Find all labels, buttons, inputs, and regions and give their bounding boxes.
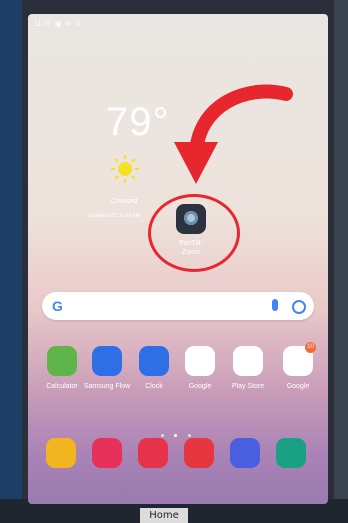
status-time: 11:37 bbox=[34, 21, 51, 28]
lens-icon[interactable] bbox=[292, 300, 306, 314]
app-label: Google bbox=[188, 383, 212, 390]
google-icon bbox=[185, 346, 215, 376]
status-bar: 11:37 ▣ ✉ G bbox=[34, 20, 83, 28]
files-icon[interactable] bbox=[46, 438, 76, 468]
app-label: PanTilt- Zoom bbox=[179, 240, 203, 256]
app-label: Google bbox=[286, 383, 310, 390]
email-icon[interactable] bbox=[184, 438, 214, 468]
camera-icon bbox=[176, 204, 206, 234]
tablet-case-left bbox=[0, 0, 22, 523]
clock-icon bbox=[139, 346, 169, 376]
home-screen: 11:37 ▣ ✉ G 79° Concord Updated 9/11 10:… bbox=[28, 14, 328, 504]
red-arrow-annotation bbox=[174, 84, 293, 184]
bixby-icon[interactable] bbox=[92, 438, 122, 468]
app-clock[interactable]: Clock bbox=[128, 346, 180, 391]
page-dot-active bbox=[174, 434, 178, 437]
app-google[interactable]: Google bbox=[174, 346, 226, 391]
google-folder-icon: 10 bbox=[283, 342, 316, 376]
page-dot bbox=[161, 434, 164, 437]
calendar-icon[interactable] bbox=[276, 438, 306, 468]
app-label: Samsung Flow bbox=[83, 383, 131, 390]
app-play-store[interactable]: Play Store bbox=[222, 346, 274, 391]
play-store-icon bbox=[233, 346, 263, 376]
weather-updated-time: Updated 9/11 10:47 AM bbox=[88, 213, 141, 219]
calculator-icon bbox=[47, 346, 77, 376]
app-label: Play Store bbox=[231, 383, 265, 390]
weather-temperature[interactable]: 79° bbox=[106, 100, 170, 145]
internet-icon[interactable] bbox=[230, 438, 260, 468]
page-dot bbox=[187, 434, 191, 437]
app-label: Clock bbox=[145, 383, 163, 390]
gallery-icon: ▣ bbox=[54, 21, 62, 28]
home-key-label[interactable]: Home bbox=[140, 508, 188, 523]
weather-city: Concord bbox=[110, 198, 138, 205]
sun-icon bbox=[111, 155, 139, 183]
app-pantilt-zoom[interactable]: PanTilt- Zoom bbox=[174, 204, 208, 257]
app-samsung-flow[interactable]: Samsung Flow bbox=[81, 346, 133, 391]
mic-icon[interactable] bbox=[272, 299, 278, 311]
tablet-bezel-right bbox=[334, 0, 348, 523]
google-logo-icon: G bbox=[52, 298, 63, 314]
folder-google[interactable]: 10 Google bbox=[272, 342, 324, 391]
flow-icon bbox=[92, 346, 122, 376]
mail-icon: ✉ bbox=[65, 21, 72, 28]
notification-badge: 10 bbox=[305, 342, 316, 353]
google-icon: G bbox=[75, 21, 81, 28]
camera-icon[interactable] bbox=[138, 438, 168, 468]
google-search-bar[interactable]: G bbox=[42, 292, 314, 320]
